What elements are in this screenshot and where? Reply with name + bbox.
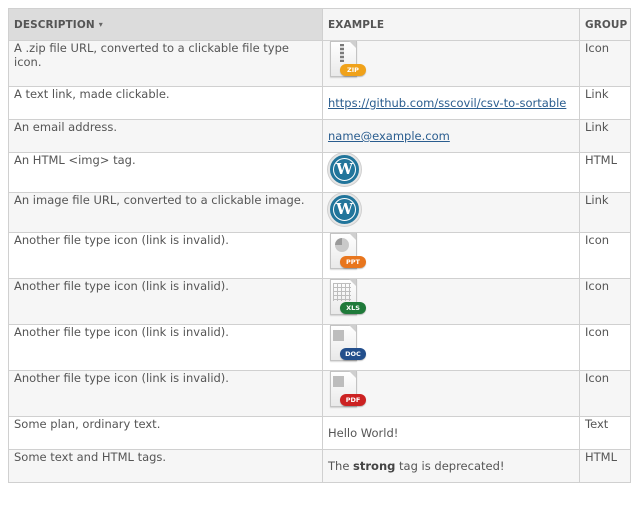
- group-cell: Link: [579, 86, 631, 120]
- file-glyph-shape: [333, 330, 344, 341]
- table-row: Another file type icon (link is invalid)…: [8, 232, 631, 279]
- example-cell: XLS: [322, 278, 580, 325]
- description-cell: Some plan, ordinary text.: [8, 416, 323, 450]
- file-type-badge: PPT: [340, 256, 366, 268]
- example-text: Hello World!: [328, 426, 399, 440]
- wordpress-logo-icon[interactable]: W: [328, 153, 361, 186]
- table-row: Some text and HTML tags. The strong tag i…: [8, 449, 631, 483]
- table-header: DESCRIPTION ▾ EXAMPLE GROUP: [8, 8, 631, 41]
- wordpress-logo-glyph: W: [333, 158, 356, 181]
- table-row: Some plan, ordinary text. Hello World! Tex…: [8, 416, 631, 450]
- example-cell: The strong tag is deprecated!: [322, 449, 580, 483]
- file-glyph-shape: [340, 44, 344, 62]
- sortable-table: DESCRIPTION ▾ EXAMPLE GROUP A .zip file U…: [8, 8, 631, 483]
- group-cell: HTML: [579, 152, 631, 193]
- group-cell: Link: [579, 119, 631, 153]
- sort-descending-icon: ▾: [98, 19, 103, 29]
- group-cell: Icon: [579, 40, 631, 87]
- description-cell: A .zip file URL, converted to a clickabl…: [8, 40, 323, 87]
- group-cell: Text: [579, 416, 631, 450]
- column-header-description-label: DESCRIPTION: [14, 18, 95, 31]
- file-type-badge: PDF: [340, 394, 366, 406]
- email-link[interactable]: name@example.com: [328, 129, 450, 143]
- example-cell: PDF: [322, 370, 580, 417]
- table-row: Another file type icon (link is invalid)…: [8, 278, 631, 325]
- description-cell: An email address.: [8, 119, 323, 153]
- column-header-group[interactable]: GROUP: [579, 8, 631, 41]
- file-type-badge: ZIP: [340, 64, 366, 76]
- description-cell: Another file type icon (link is invalid)…: [8, 278, 323, 325]
- example-cell: Hello World!: [322, 416, 580, 450]
- file-fold-shape: [349, 325, 356, 332]
- group-cell: Link: [579, 192, 631, 233]
- example-cell: W: [322, 192, 580, 233]
- example-cell: ZIP: [322, 40, 580, 87]
- example-cell: PPT: [322, 232, 580, 279]
- table-row: A .zip file URL, converted to a clickabl…: [8, 40, 631, 87]
- example-cell: https://github.com/sscovil/csv-to-sortab…: [322, 86, 580, 120]
- description-cell: Some text and HTML tags.: [8, 449, 323, 483]
- group-cell: HTML: [579, 449, 631, 483]
- column-header-example-label: EXAMPLE: [328, 18, 385, 31]
- table-row: An image file URL, converted to a clicka…: [8, 192, 631, 233]
- example-cell: name@example.com: [322, 119, 580, 153]
- column-header-group-label: GROUP: [585, 18, 628, 31]
- doc-file-icon[interactable]: DOC: [328, 325, 366, 367]
- file-fold-shape: [349, 233, 356, 240]
- sortable-table-container: DESCRIPTION ▾ EXAMPLE GROUP A .zip file U…: [8, 8, 631, 483]
- column-header-description[interactable]: DESCRIPTION ▾: [8, 8, 323, 41]
- file-glyph-shape: [333, 376, 344, 387]
- table-row: Another file type icon (link is invalid)…: [8, 370, 631, 417]
- file-glyph-shape: [333, 283, 351, 301]
- group-cell: Icon: [579, 370, 631, 417]
- example-cell: W: [322, 152, 580, 193]
- group-cell: Icon: [579, 232, 631, 279]
- header-row: DESCRIPTION ▾ EXAMPLE GROUP: [8, 8, 631, 41]
- description-cell: An image file URL, converted to a clicka…: [8, 192, 323, 233]
- description-cell: Another file type icon (link is invalid)…: [8, 324, 323, 371]
- table-body: A .zip file URL, converted to a clickabl…: [8, 40, 631, 483]
- file-type-badge: DOC: [340, 348, 366, 360]
- table-row: A text link, made clickable. https://gith…: [8, 86, 631, 120]
- file-type-badge: XLS: [340, 302, 366, 314]
- group-cell: Icon: [579, 324, 631, 371]
- example-strong-text: strong: [353, 459, 396, 473]
- xls-file-icon[interactable]: XLS: [328, 279, 366, 321]
- wordpress-logo-glyph: W: [333, 198, 356, 221]
- group-cell: Icon: [579, 278, 631, 325]
- zip-file-icon[interactable]: ZIP: [328, 41, 366, 83]
- description-cell: Another file type icon (link is invalid)…: [8, 232, 323, 279]
- table-row: Another file type icon (link is invalid)…: [8, 324, 631, 371]
- example-text-after: tag is deprecated!: [395, 459, 505, 473]
- column-header-example[interactable]: EXAMPLE: [322, 8, 580, 41]
- table-row: An HTML <img> tag. W HTML: [8, 152, 631, 193]
- file-glyph-shape: [335, 238, 349, 252]
- example-text-before: The: [328, 459, 354, 473]
- ppt-file-icon[interactable]: PPT: [328, 233, 366, 275]
- file-fold-shape: [349, 41, 356, 48]
- wordpress-logo-icon[interactable]: W: [328, 193, 361, 226]
- table-row: An email address. name@example.com Link: [8, 119, 631, 153]
- pdf-file-icon[interactable]: PDF: [328, 371, 366, 413]
- description-cell: An HTML <img> tag.: [8, 152, 323, 193]
- example-cell: DOC: [322, 324, 580, 371]
- description-cell: Another file type icon (link is invalid)…: [8, 370, 323, 417]
- url-link[interactable]: https://github.com/sscovil/csv-to-sortab…: [328, 96, 566, 110]
- file-fold-shape: [349, 371, 356, 378]
- description-cell: A text link, made clickable.: [8, 86, 323, 120]
